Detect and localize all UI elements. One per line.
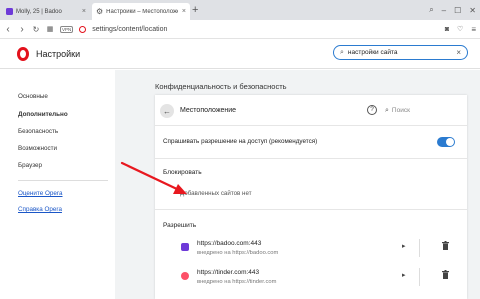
tinder-icon [181, 272, 189, 280]
tab-search-icon[interactable]: ⌕ [429, 5, 433, 15]
sidebar-item-advanced[interactable]: Дополнительно [18, 111, 68, 118]
divider [155, 158, 467, 159]
badoo-favicon [6, 8, 13, 15]
annotation-arrow-icon [120, 161, 187, 194]
search-value: настройки сайта [347, 49, 398, 56]
card-title: Местоположение [180, 107, 237, 114]
page-title: Настройки [36, 49, 81, 59]
heart-icon[interactable]: ♡ [457, 25, 463, 33]
url-field[interactable]: settings/content/location [92, 26, 167, 33]
clear-search-icon[interactable]: × [456, 48, 461, 57]
location-card: ← Местоположение ? ⌕ Поиск Спрашивать ра… [155, 95, 467, 299]
site-url: https://tinder.com:443 [197, 269, 260, 276]
maximize-icon[interactable]: ☐ [454, 6, 461, 15]
chevron-right-icon[interactable]: ▸ [402, 242, 406, 250]
back-button[interactable]: ← [160, 104, 174, 118]
rate-opera-link[interactable]: Оцените Opera [18, 190, 63, 197]
ask-permission-toggle[interactable] [437, 137, 455, 147]
forward-icon[interactable]: › [18, 24, 26, 35]
reload-icon[interactable]: ↻ [32, 25, 40, 34]
trash-icon[interactable] [442, 270, 449, 279]
close-tab-icon[interactable]: × [82, 8, 86, 15]
home-icon[interactable]: ▦ [46, 25, 54, 33]
site-embedded: внедрено на https://tinder.com [197, 279, 277, 285]
list-item[interactable]: https://tinder.com:443 внедрено на https… [155, 266, 467, 293]
search-icon: ⌕ [340, 48, 344, 56]
list-item[interactable]: https://badoo.com:443 внедрено на https:… [155, 237, 467, 264]
gear-icon: ⚙ [96, 7, 104, 16]
trash-icon[interactable] [442, 241, 449, 250]
section-title: Конфиденциальность и безопасность [155, 82, 287, 91]
badoo-icon [181, 243, 189, 251]
ask-permission-label: Спрашивать разрешение на доступ (рекомен… [163, 138, 318, 145]
site-url: https://badoo.com:443 [197, 240, 262, 247]
tab-badoo[interactable]: Molly, 25 | Badoo × [2, 3, 90, 20]
opera-help-link[interactable]: Справка Opera [18, 206, 62, 213]
search-icon: ⌕ [385, 106, 389, 114]
new-tab-button[interactable]: + [192, 4, 198, 16]
site-search-input[interactable]: ⌕ Поиск [379, 103, 462, 118]
opera-logo-icon [17, 47, 29, 61]
close-tab-icon[interactable]: × [182, 8, 186, 15]
sidebar-divider [18, 180, 108, 181]
site-search-placeholder: Поиск [391, 107, 410, 114]
sidebar-item-basic[interactable]: Основные [18, 93, 48, 100]
chevron-right-icon[interactable]: ▸ [402, 271, 406, 279]
divider [155, 125, 467, 126]
tab-settings[interactable]: ⚙ Настройки – Местоположени × [92, 3, 190, 20]
tab-title: Настройки – Местоположени [106, 8, 178, 15]
camera-icon[interactable]: ◙ [445, 26, 449, 33]
vertical-divider [419, 268, 420, 286]
address-bar: ‹ › ↻ ▦ VPN settings/content/location ◙ … [0, 20, 480, 39]
minimize-icon[interactable]: – [442, 6, 446, 15]
vpn-badge[interactable]: VPN [60, 25, 74, 33]
tab-title: Molly, 25 | Badoo [16, 8, 62, 15]
vertical-divider [419, 239, 420, 257]
allow-heading: Разрешить [163, 222, 197, 229]
sidebar: Основные Дополнительно Безопасность Возм… [0, 70, 115, 299]
sidebar-item-browser[interactable]: Браузер [18, 162, 42, 169]
settings-search-input[interactable]: ⌕ настройки сайта × [333, 45, 468, 60]
site-embedded: внедрено на https://badoo.com [197, 250, 279, 256]
menu-icon[interactable]: ≡ [471, 25, 476, 34]
opera-icon [79, 25, 87, 33]
help-icon[interactable]: ? [367, 105, 377, 115]
back-icon[interactable]: ‹ [4, 24, 12, 35]
sidebar-item-security[interactable]: Безопасность [18, 128, 58, 135]
divider [155, 209, 467, 210]
close-window-icon[interactable]: ✕ [469, 6, 476, 15]
sidebar-item-features[interactable]: Возможности [18, 145, 57, 152]
window-controls: ⌕ – ☐ ✕ [429, 3, 476, 17]
